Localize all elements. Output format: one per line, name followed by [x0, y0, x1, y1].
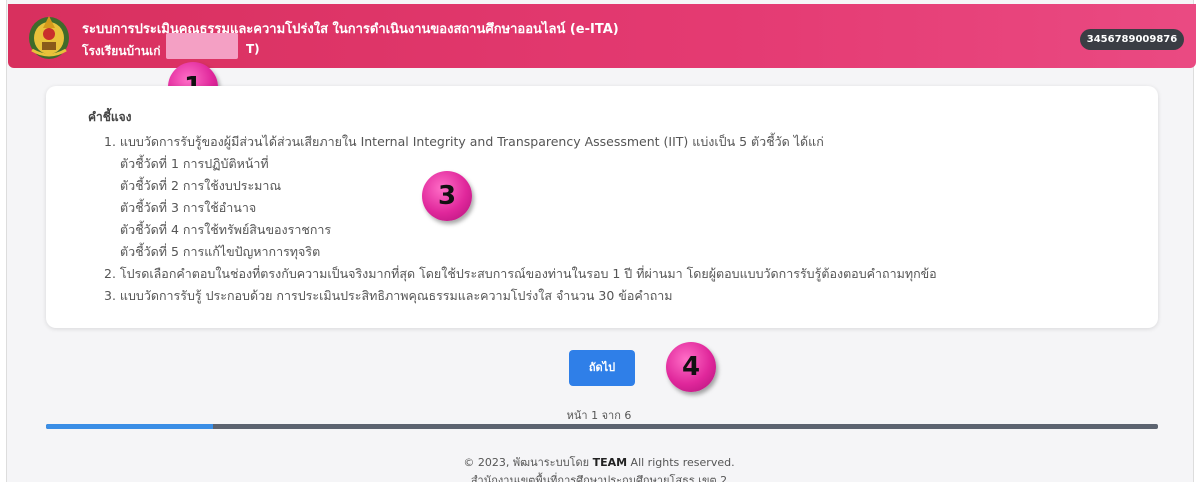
footer-copyright-suffix: All rights reserved. — [630, 456, 735, 469]
callout-marker-3: 3 — [422, 171, 472, 221]
footer-copyright-prefix: © 2023, พัฒนาระบบโดย — [463, 456, 590, 469]
indicator-item: ตัวชี้วัดที่ 3 การใช้อำนาจ — [120, 200, 257, 215]
footer-office: สำนักงานเขตพื้นที่การศึกษาประถมศึกษายโสธ… — [470, 474, 728, 482]
progress-bar — [46, 424, 1158, 429]
instruction-item: 3. แบบวัดการรับรู้ ประกอบด้วย การประเมิน… — [104, 288, 673, 303]
footer-copyright: © 2023, พัฒนาระบบโดย TEAM All rights res… — [0, 453, 1198, 471]
indicator-item: ตัวชี้วัดที่ 1 การปฏิบัติหน้าที่ — [120, 156, 269, 171]
redaction-block — [166, 33, 238, 59]
system-title: ระบบการประเมินคุณธรรมและความโปร่งใส ในกา… — [82, 22, 619, 37]
progress-bar-fill — [46, 424, 213, 429]
school-name-suffix: T) — [246, 42, 260, 56]
indicator-item: ตัวชี้วัดที่ 5 การแก้ไขปัญหาการทุจริต — [120, 244, 321, 259]
next-button[interactable]: ถัดไป — [569, 350, 635, 386]
instructions-heading: คำชี้แจง — [88, 110, 132, 124]
instruction-item: 2. โปรดเลือกคำตอบในช่องที่ตรงกับความเป็น… — [104, 266, 937, 281]
indicator-item: ตัวชี้วัดที่ 2 การใช้งบประมาณ — [120, 178, 282, 193]
school-name: โรงเรียนบ้านเก่ — [82, 44, 161, 58]
instructions-card: คำชี้แจง 1. แบบวัดการรับรู้ของผู้มีส่วนไ… — [46, 86, 1158, 328]
callout-marker-4: 4 — [666, 342, 716, 392]
indicator-item: ตัวชี้วัดที่ 4 การใช้ทรัพย์สินของราชการ — [120, 222, 332, 237]
instruction-item: 1. แบบวัดการรับรู้ของผู้มีส่วนได้ส่วนเสี… — [104, 134, 824, 149]
user-id-badge: 3456789009876 — [1080, 29, 1184, 50]
page-indicator: หน้า 1 จาก 6 — [566, 409, 632, 422]
school-emblem-logo — [24, 10, 74, 62]
footer-team: TEAM — [592, 456, 628, 469]
